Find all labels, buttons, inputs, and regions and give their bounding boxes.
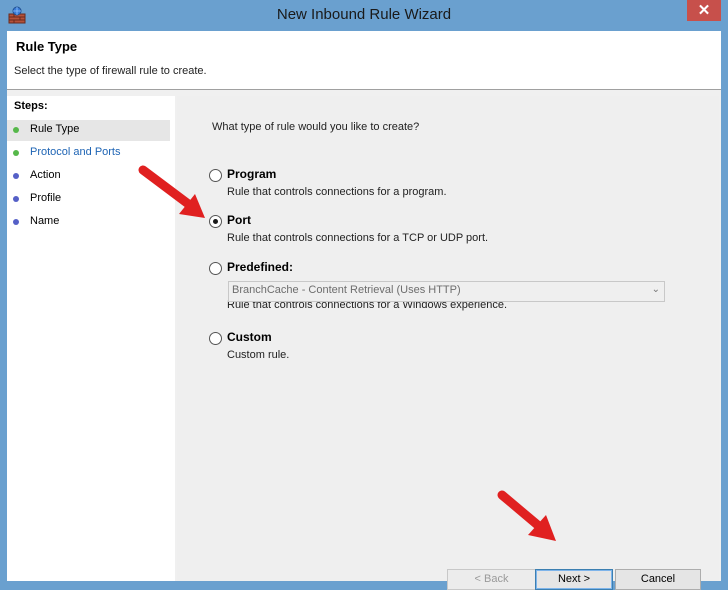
step-status-dot-icon — [13, 127, 19, 133]
radio-port[interactable] — [209, 215, 222, 228]
cancel-button[interactable]: Cancel — [615, 569, 701, 590]
step-label: Profile — [30, 192, 62, 204]
close-button[interactable]: ✕ — [687, 0, 721, 21]
predefined-rule-value: BranchCache - Content Retrieval (Uses HT… — [232, 284, 461, 296]
step-label: Protocol and Ports — [30, 146, 121, 158]
option-label: Program — [227, 167, 277, 181]
option-label: Port — [227, 213, 251, 227]
predefined-rule-select[interactable]: BranchCache - Content Retrieval (Uses HT… — [228, 281, 665, 302]
option-description: Rule that controls connections for a TCP… — [227, 232, 489, 244]
wizard-header: Rule Type Select the type of firewall ru… — [7, 31, 721, 90]
option-label: Custom — [227, 330, 272, 344]
option-description: Custom rule. — [227, 349, 290, 361]
step-label: Action — [30, 169, 61, 181]
step-status-dot-icon — [13, 150, 19, 156]
next-button[interactable]: Next > — [535, 569, 613, 590]
step-status-dot-icon — [13, 173, 19, 179]
back-button[interactable]: < Back — [447, 569, 536, 590]
main-panel: What type of rule would you like to crea… — [177, 96, 719, 590]
step-rule-type[interactable]: Rule Type — [7, 120, 170, 141]
wizard-client: Rule Type Select the type of firewall ru… — [7, 31, 721, 590]
radio-custom[interactable] — [209, 332, 222, 345]
step-protocol-and-ports[interactable]: Protocol and Ports — [7, 143, 170, 164]
step-label: Rule Type — [30, 123, 80, 135]
step-status-dot-icon — [13, 219, 19, 225]
option-description: Rule that controls connections for a pro… — [227, 186, 447, 198]
steps-panel: Steps: Rule Type Protocol and Ports Acti… — [7, 96, 175, 581]
window-title: New Inbound Rule Wizard — [276, 6, 452, 23]
page-subtitle: Select the type of firewall rule to crea… — [14, 65, 207, 77]
step-name[interactable]: Name — [7, 212, 170, 233]
step-action[interactable]: Action — [7, 166, 170, 187]
title-bar[interactable]: New Inbound Rule Wizard ✕ — [0, 0, 728, 31]
step-status-dot-icon — [13, 196, 19, 202]
step-label: Name — [30, 215, 60, 227]
step-profile[interactable]: Profile — [7, 189, 170, 210]
radio-predefined[interactable] — [209, 262, 222, 275]
steps-title: Steps: — [14, 100, 48, 112]
page-title: Rule Type — [16, 39, 78, 54]
rule-type-question: What type of rule would you like to crea… — [212, 121, 420, 133]
option-label: Predefined: — [227, 260, 294, 274]
chevron-down-icon: ⌄ — [651, 284, 660, 295]
radio-program[interactable] — [209, 169, 222, 182]
close-icon: ✕ — [697, 2, 711, 19]
wizard-window: New Inbound Rule Wizard ✕ Rule Type Sele… — [0, 0, 728, 590]
